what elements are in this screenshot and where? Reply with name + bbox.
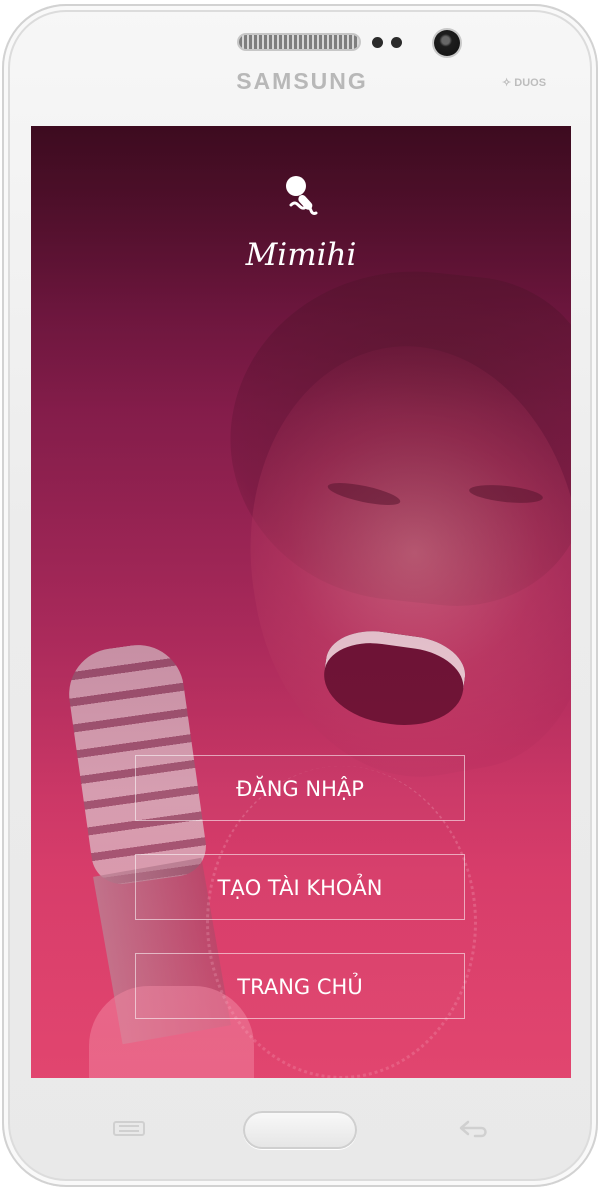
menu-icon[interactable] bbox=[109, 1117, 149, 1139]
front-camera bbox=[434, 30, 460, 56]
microphone-icon bbox=[286, 176, 318, 215]
proximity-sensor bbox=[372, 37, 383, 48]
back-icon[interactable] bbox=[454, 1117, 494, 1139]
phone-frame: SAMSUNG ✧ DUOS Mimihi ĐĂNG NHẬP TẠO TÀI … bbox=[2, 4, 598, 1187]
app-screen: Mimihi ĐĂNG NHẬP TẠO TÀI KHOẢN TRANG CHỦ bbox=[31, 126, 571, 1078]
light-sensor bbox=[391, 37, 402, 48]
app-logo-text: Mimihi bbox=[245, 237, 357, 273]
brand-label: SAMSUNG bbox=[236, 68, 368, 94]
earpiece-speaker bbox=[239, 35, 359, 49]
model-badge: ✧ DUOS bbox=[502, 76, 562, 94]
home-button[interactable] bbox=[243, 1111, 357, 1149]
duos-icon: ✧ bbox=[502, 77, 512, 89]
model-badge-text: DUOS bbox=[514, 77, 547, 89]
login-button[interactable]: ĐĂNG NHẬP bbox=[135, 755, 465, 821]
create-account-button[interactable]: TẠO TÀI KHOẢN bbox=[135, 854, 465, 920]
home-page-button[interactable]: TRANG CHỦ bbox=[135, 953, 465, 1019]
